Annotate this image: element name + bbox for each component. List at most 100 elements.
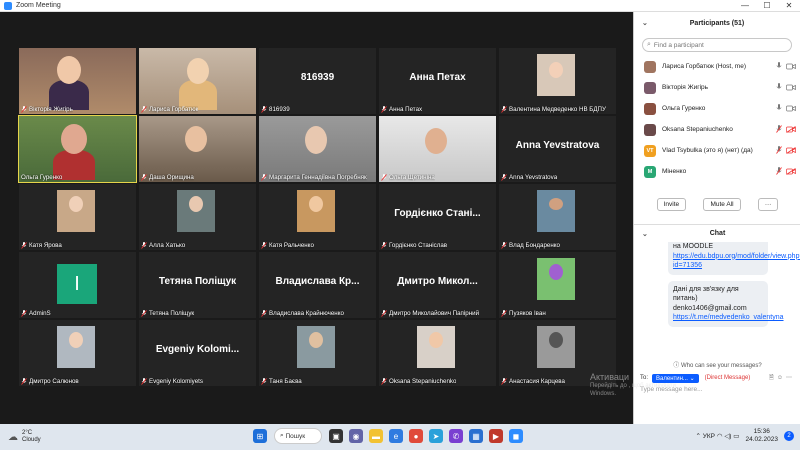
taskbar: ☁ 2°C Cloudy ⊞ ⌕ Пошук ▣ ◉ ▬ e ● ➤ ✆ ▦ ▶… [0, 424, 800, 450]
mute-all-button[interactable]: Mute All [703, 198, 741, 211]
camera-off-icon[interactable] [786, 168, 796, 175]
tray-chevron-icon[interactable]: ⌃ [695, 432, 702, 440]
taskbar-search[interactable]: ⌕ Пошук [274, 428, 322, 444]
clock[interactable]: 15:36 24.02.2023 [745, 428, 778, 444]
tile-namebar: Evgeniy Kolomiyets [141, 378, 203, 385]
video-tile[interactable]: Oksana Stepaniuchenko [379, 320, 496, 386]
chrome-icon[interactable]: ● [409, 429, 423, 443]
video-tile[interactable]: Evgeniy Kolomi... Evgeniy Kolomiyets [139, 320, 256, 386]
maximize-button[interactable]: ☐ [756, 0, 778, 12]
participant-row[interactable]: VT Vlad Tsybulka (это я) (нет) (да) [634, 140, 800, 161]
participant-row[interactable]: Ольга Гуренко [634, 98, 800, 119]
who-can-see-link[interactable]: ⓘ Who can see your messages? [634, 360, 800, 369]
tile-namebar: Катя Ярова [21, 242, 62, 249]
viber-icon[interactable]: ✆ [449, 429, 463, 443]
camera-icon[interactable] [786, 105, 796, 112]
participant-row[interactable]: M Міненко [634, 161, 800, 182]
teams-icon[interactable]: ◉ [349, 429, 363, 443]
muted-mic-icon[interactable] [776, 167, 782, 175]
video-tile[interactable]: Владислава Кр... Владислава Крайнюченко [259, 252, 376, 318]
video-tile[interactable]: Валентина Медведенко НВ БДПУ [499, 48, 616, 114]
profile-photo [417, 326, 455, 368]
mic-icon[interactable] [776, 104, 782, 112]
more-options-button[interactable]: ··· [757, 198, 779, 211]
participant-row[interactable]: Лариса Горбатюк (Host, me) [634, 56, 800, 77]
video-tile[interactable]: 816939 816939 [259, 48, 376, 114]
weather-widget[interactable]: ☁ 2°C Cloudy [8, 430, 118, 445]
participant-search[interactable]: ⌕ [642, 38, 792, 52]
tile-namebar: Даша Орищина [141, 174, 194, 181]
muted-mic-icon [381, 310, 387, 317]
muted-mic-icon [261, 310, 267, 317]
close-button[interactable]: ✕ [778, 0, 800, 12]
muted-mic-icon[interactable] [776, 146, 782, 154]
watermark-line1: Активаци [590, 372, 630, 382]
participant-search-input[interactable] [653, 41, 784, 49]
video-tile[interactable]: Лариса Горбатюк [139, 48, 256, 114]
muted-mic-icon [21, 310, 27, 317]
battery-icon[interactable]: ▭ [733, 432, 739, 440]
wifi-icon[interactable]: ◠ [715, 432, 724, 440]
camera-off-icon[interactable] [786, 126, 796, 133]
video-tile[interactable]: Катя Ральченко [259, 184, 376, 250]
file-icon[interactable]: 🗎 [769, 375, 777, 381]
participant-row[interactable]: Oksana Stepaniuchenko [634, 119, 800, 140]
window-controls: — ☐ ✕ [734, 0, 800, 12]
minimize-button[interactable]: — [734, 0, 756, 12]
start-icon[interactable]: ⊞ [253, 429, 267, 443]
video-tile[interactable]: Катя Ярова [19, 184, 136, 250]
side-panel: ⌄ Participants (51) ⌕ Лариса Горбатюк (H… [633, 12, 800, 424]
task-view-icon[interactable]: ▣ [329, 429, 343, 443]
video-tile[interactable]: Таня Баєва [259, 320, 376, 386]
avatar: VT [644, 144, 656, 157]
muted-mic-icon [381, 378, 387, 385]
zoom-taskbar-icon[interactable]: ◼ [509, 429, 523, 443]
more-icon[interactable]: ⋯ [786, 375, 795, 381]
mic-icon[interactable] [776, 83, 782, 91]
media-icon[interactable]: ▶ [489, 429, 503, 443]
participant-row[interactable]: Вікторія Жигірь [634, 77, 800, 98]
file-explorer-icon[interactable]: ▬ [369, 429, 383, 443]
video-tile[interactable]: Гордієнко Стані... Гордієнко Станіслав [379, 184, 496, 250]
participant-name: Катя Ярова [29, 242, 62, 249]
camera-off-icon[interactable] [786, 147, 796, 154]
notification-badge[interactable]: 2 [784, 431, 794, 441]
video-tile[interactable]: Ольга Щетиніна [379, 116, 496, 182]
collapse-participants-icon[interactable]: ⌄ [642, 19, 648, 27]
camera-icon[interactable] [786, 84, 796, 91]
video-tile[interactable]: Anna Yevstratova Anna Yevstratova [499, 116, 616, 182]
emoji-icon[interactable]: ☺ [777, 375, 786, 381]
participant-name: Oksana Stepaniuchenko [389, 378, 457, 385]
mic-icon[interactable] [776, 62, 782, 70]
camera-icon[interactable] [786, 63, 796, 70]
collapse-chat-icon[interactable]: ⌄ [642, 230, 648, 238]
tile-namebar: Анна Петах [381, 106, 422, 113]
video-tile[interactable]: Анна Петах Анна Петах [379, 48, 496, 114]
video-tile[interactable]: Алла Хатько [139, 184, 256, 250]
volume-icon[interactable]: ◁) [724, 432, 733, 440]
edge-icon[interactable]: e [389, 429, 403, 443]
video-tile[interactable]: Вікторія Жигірь [19, 48, 136, 114]
participant-name: Гордієнко Станіслав [389, 242, 448, 249]
video-tile[interactable]: Тетяна Поліщук Тетяна Поліщук [139, 252, 256, 318]
muted-mic-icon[interactable] [776, 125, 782, 133]
tile-namebar: Дмитро Салюнов [21, 378, 79, 385]
video-tile[interactable]: Пузяков Іван [499, 252, 616, 318]
participant-name: AdminS [29, 310, 51, 317]
video-tile[interactable]: Маргарита Геннадіївна Погребняк [259, 116, 376, 182]
participant-name: Владислава Крайнюченко [269, 310, 344, 317]
chat-link[interactable]: https://edu.bdpu.org/mod/folder/view.php… [673, 252, 800, 271]
muted-mic-icon [261, 106, 267, 113]
video-tile[interactable]: Ольга Гуренко [18, 115, 137, 183]
video-tile[interactable]: Дмитро Микол... Дмитро Миколайович Папірн… [379, 252, 496, 318]
store-icon[interactable]: ▦ [469, 429, 483, 443]
video-tile[interactable]: Дмитро Салюнов [19, 320, 136, 386]
chat-link[interactable]: https://t.me/medvedenko_valentyna [673, 313, 784, 323]
system-tray: ⌃ УКР ◠ ◁) ▭ 15:36 24.02.2023 2 [695, 428, 794, 444]
video-tile[interactable]: Даша Орищина [139, 116, 256, 182]
video-tile[interactable]: I AdminS [19, 252, 136, 318]
telegram-icon[interactable]: ➤ [429, 429, 443, 443]
invite-button[interactable]: Invite [656, 198, 687, 211]
video-tile[interactable]: Влад Бондаренко [499, 184, 616, 250]
language-indicator[interactable]: УКР [703, 433, 715, 440]
